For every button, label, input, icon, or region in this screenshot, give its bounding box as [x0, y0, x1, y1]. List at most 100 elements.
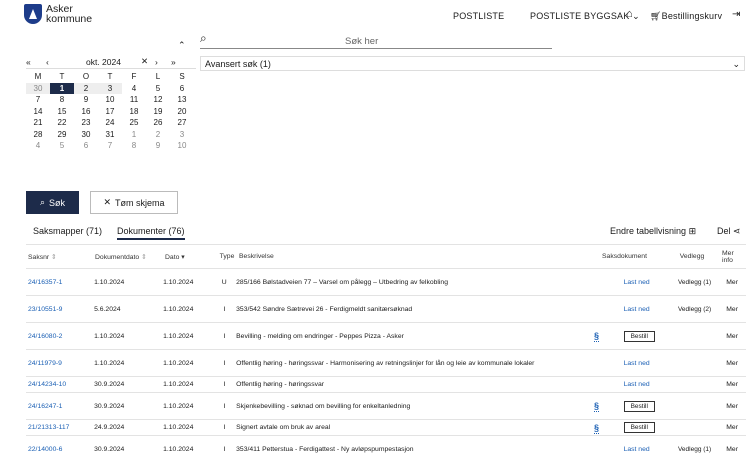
case-number-link[interactable]: 24/11979-9: [26, 360, 92, 367]
calendar-day[interactable]: 22: [50, 117, 74, 129]
more-info-link[interactable]: Mer: [716, 381, 746, 388]
more-info-link[interactable]: Mer: [716, 306, 746, 313]
share-button[interactable]: Del ⋖: [717, 226, 741, 237]
cart-link[interactable]: 🛒︎Bestillingskurv: [650, 11, 722, 22]
case-number-link[interactable]: 24/16247-1: [26, 403, 92, 410]
download-link[interactable]: Last ned: [624, 306, 650, 313]
calendar-day[interactable]: 1: [50, 82, 74, 94]
logout-icon[interactable]: ⇥: [732, 9, 741, 20]
calendar-day[interactable]: 8: [50, 94, 74, 106]
prev-month-icon[interactable]: ‹: [46, 57, 86, 67]
calendar-day[interactable]: 18: [122, 106, 146, 118]
case-number-link[interactable]: 24/16357-1: [26, 279, 92, 286]
calendar-day[interactable]: 27: [170, 117, 194, 129]
calendar-day[interactable]: 24: [98, 117, 122, 129]
calendar-day[interactable]: 4: [122, 83, 146, 95]
paragraph-icon[interactable]: §: [593, 401, 599, 412]
order-button[interactable]: Bestill: [623, 422, 655, 433]
search-placeholder: Søk her: [345, 36, 379, 47]
next-month-icon[interactable]: ›: [155, 57, 171, 67]
case-number-link[interactable]: 22/14000-6: [26, 446, 92, 453]
header-saksdokument: Saksdokument: [602, 253, 647, 260]
case-number-link[interactable]: 23/10551-9: [26, 306, 92, 313]
calendar-day[interactable]: 5: [50, 140, 74, 152]
calendar-day[interactable]: 5: [146, 83, 170, 95]
more-info-link[interactable]: Mer: [716, 446, 746, 453]
paragraph-icon[interactable]: §: [593, 331, 599, 342]
calendar-day[interactable]: 11: [122, 94, 146, 106]
calendar-day[interactable]: 26: [146, 117, 170, 129]
change-table-view-button[interactable]: Endre tabellvisning ⊞: [610, 226, 696, 237]
download-link[interactable]: Last ned: [624, 446, 650, 453]
attachments[interactable]: Vedlegg (2): [673, 306, 716, 313]
calendar-day[interactable]: 19: [146, 106, 170, 118]
calendar-day[interactable]: 23: [74, 117, 98, 129]
download-link[interactable]: Last ned: [624, 360, 650, 367]
more-info-link[interactable]: Mer: [716, 403, 746, 410]
more-info-link[interactable]: Mer: [716, 424, 746, 431]
calendar-day[interactable]: 4: [26, 140, 50, 152]
next-year-icon[interactable]: »: [171, 57, 185, 67]
prev-year-icon[interactable]: «: [26, 57, 46, 67]
more-info-link[interactable]: Mer: [716, 360, 746, 367]
nav-postliste[interactable]: POSTLISTE: [453, 11, 504, 21]
tab-dokumenter[interactable]: Dokumenter (76): [117, 226, 185, 240]
calendar-day[interactable]: 6: [74, 140, 98, 152]
search-input[interactable]: Søk her: [200, 35, 552, 49]
calendar-day[interactable]: 13: [170, 94, 194, 106]
calendar-day[interactable]: 28: [26, 129, 50, 141]
header-saksnr[interactable]: Saksnr ⇕: [26, 253, 93, 261]
header-dokumentdato[interactable]: Dokumentdato ⇕: [93, 253, 163, 261]
order-button[interactable]: Bestill: [623, 330, 655, 342]
clear-date-icon[interactable]: ✕: [141, 56, 155, 67]
calendar-day[interactable]: 10: [98, 94, 122, 106]
search-button[interactable]: ⌕ Søk: [26, 191, 79, 214]
collapse-chevron-icon[interactable]: ⌃: [178, 40, 186, 51]
paragraph-icon[interactable]: §: [593, 422, 599, 434]
tab-saksmapper[interactable]: Saksmapper (71): [33, 226, 102, 236]
header-dato[interactable]: Dato ▾: [163, 253, 217, 261]
download-link[interactable]: Last ned: [624, 381, 650, 388]
calendar-day[interactable]: 2: [74, 82, 98, 94]
calendar-day[interactable]: 30: [74, 129, 98, 141]
calendar-day[interactable]: 30: [26, 82, 50, 94]
calendar-day[interactable]: 6: [170, 83, 194, 95]
advanced-search-toggle[interactable]: Avansert søk (1) ⌄: [200, 56, 745, 71]
calendar-day[interactable]: 17: [98, 106, 122, 118]
calendar-day[interactable]: 21: [26, 117, 50, 129]
calendar-day[interactable]: 29: [50, 129, 74, 141]
calendar-day[interactable]: 3: [170, 129, 194, 141]
case-number-link[interactable]: 24/14234-10: [26, 381, 92, 388]
home-icon[interactable]: ⌂: [626, 8, 633, 20]
paragraph-cell: §: [592, 401, 622, 412]
calendar-day[interactable]: 7: [98, 140, 122, 152]
calendar-day[interactable]: 2: [146, 129, 170, 141]
calendar-day[interactable]: 12: [146, 94, 170, 106]
calendar-day[interactable]: 14: [26, 106, 50, 118]
calendar-day[interactable]: 3: [98, 82, 122, 94]
calendar-day[interactable]: 7: [26, 94, 50, 106]
document-date: 30.9.2024: [94, 402, 125, 410]
calendar-day[interactable]: 25: [122, 117, 146, 129]
calendar-day[interactable]: 31: [98, 129, 122, 141]
calendar-day[interactable]: 16: [74, 106, 98, 118]
attachments[interactable]: Vedlegg (1): [673, 446, 716, 453]
clear-form-button[interactable]: ✕ Tøm skjema: [90, 191, 178, 214]
case-number-link[interactable]: 24/16080-2: [26, 333, 92, 340]
more-info-link[interactable]: Mer: [716, 333, 746, 340]
asker-logo[interactable]: [24, 4, 42, 24]
calendar-day[interactable]: 10: [170, 140, 194, 152]
order-button[interactable]: Bestill: [623, 400, 655, 412]
calendar-day[interactable]: 15: [50, 106, 74, 118]
date: 1.10.2024: [163, 332, 194, 340]
calendar-day[interactable]: 20: [170, 106, 194, 118]
case-number-link[interactable]: 21/21313-117: [26, 424, 92, 431]
calendar-day[interactable]: 8: [122, 140, 146, 152]
download-link[interactable]: Last ned: [624, 279, 650, 286]
calendar-day[interactable]: 9: [74, 94, 98, 106]
calendar-day[interactable]: 1: [122, 129, 146, 141]
nav-postliste-byggsak[interactable]: POSTLISTE BYGGSAK ⌄: [530, 11, 640, 22]
more-info-link[interactable]: Mer: [716, 279, 746, 286]
calendar-day[interactable]: 9: [146, 140, 170, 152]
attachments[interactable]: Vedlegg (1): [673, 279, 716, 286]
